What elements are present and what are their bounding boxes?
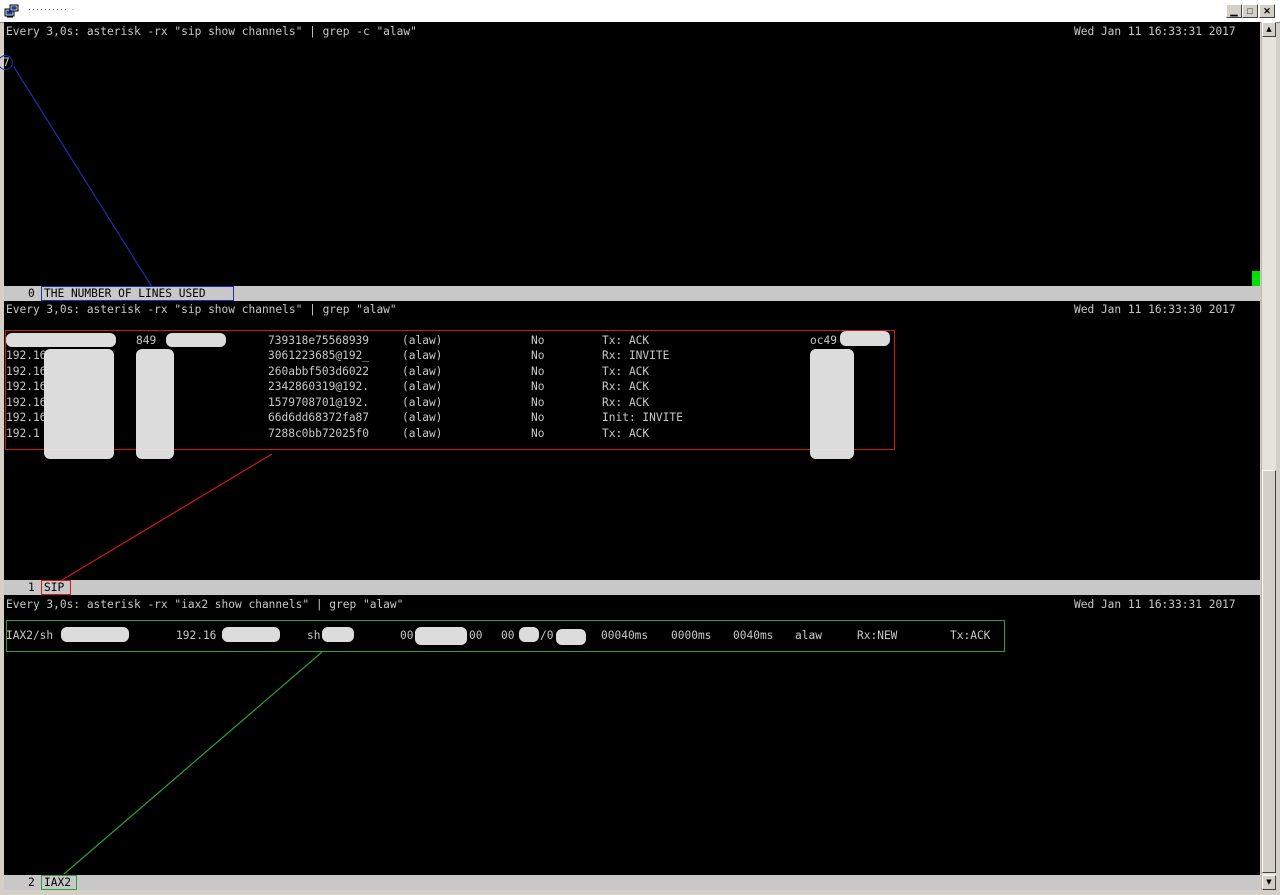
- host-cell: 192.16: [6, 349, 47, 362]
- lastmsg-cell: Tx: ACK: [602, 334, 650, 347]
- format-cell: (alaw): [402, 349, 443, 362]
- format-cell: (alaw): [402, 396, 443, 409]
- lastmsg-cell: Rx: ACK: [602, 396, 650, 409]
- watch-command: Every 3,0s: asterisk -rx "sip show chann…: [6, 303, 397, 316]
- vertical-scrollbar[interactable]: ▲ ▼: [1261, 22, 1276, 890]
- maximize-icon: □: [1247, 6, 1253, 16]
- hold-cell: No: [531, 365, 545, 378]
- jitter-cell: 0000ms: [671, 629, 712, 642]
- host-cell: 192.16: [6, 380, 47, 393]
- close-icon: ✕: [1263, 6, 1271, 16]
- id-cell: 00: [400, 629, 414, 642]
- redaction-mark: [166, 333, 226, 347]
- redaction-mark: [61, 627, 129, 642]
- lastmsg-cell: Tx: ACK: [602, 365, 650, 378]
- label-highlight-box: [41, 286, 234, 301]
- annotation-line-blue: [13, 66, 153, 288]
- lag-cell: 00040ms: [601, 629, 649, 642]
- expiry-cell: oc49: [810, 334, 837, 347]
- lastmsg-cell: Rx: INVITE: [602, 349, 670, 362]
- terminal-cursor: [1252, 271, 1260, 286]
- scroll-up-button[interactable]: ▲: [1262, 22, 1276, 37]
- watch-timestamp: Wed Jan 11 16:33:31 2017: [1074, 598, 1236, 611]
- minimize-icon: ▁: [1230, 6, 1238, 16]
- arrow-up-icon: ▲: [1266, 25, 1272, 33]
- scroll-down-button[interactable]: ▼: [1262, 875, 1276, 890]
- minimize-button[interactable]: ▁: [1226, 4, 1242, 18]
- tmux-status-bar-0[interactable]: 0 THE NUMBER OF LINES USED: [4, 286, 1260, 301]
- hold-cell: No: [531, 396, 545, 409]
- seq-tail-cell: /0: [540, 629, 554, 642]
- jitbuf-cell: 0040ms: [733, 629, 774, 642]
- host-cell: 192.16: [6, 365, 47, 378]
- watch-command: Every 3,0s: asterisk -rx "iax2 show chan…: [6, 598, 404, 611]
- label-highlight-box: [41, 875, 77, 890]
- arrow-down-icon: ▼: [1266, 878, 1272, 886]
- callid-cell: 739318e75568939: [268, 334, 370, 347]
- hold-cell: No: [531, 380, 545, 393]
- redaction-mark: [6, 333, 116, 347]
- window-titlebar[interactable]: ·········· · ▁ □ ✕: [0, 0, 1280, 23]
- last-msg-cell: Tx:ACK: [950, 629, 991, 642]
- username-cell: sh: [307, 629, 321, 642]
- close-button[interactable]: ✕: [1259, 4, 1275, 18]
- callid-cell: 3061223685@192_: [268, 349, 370, 362]
- hold-cell: No: [531, 334, 545, 347]
- callid-cell: 2342860319@192.: [268, 380, 370, 393]
- first-msg-cell: Rx:NEW: [857, 629, 898, 642]
- user-cell: 849: [136, 334, 157, 347]
- format-cell: (alaw): [402, 365, 443, 378]
- id-tail-cell: 00: [469, 629, 483, 642]
- channel-cell: IAX2/sh: [6, 629, 54, 642]
- window-number: 1: [28, 581, 35, 594]
- redaction-mark: [840, 331, 890, 346]
- window-title: ·········· ·: [28, 4, 76, 14]
- format-cell: (alaw): [402, 334, 443, 347]
- seq-cell: 00: [501, 629, 515, 642]
- host-cell: 192.16: [6, 396, 47, 409]
- hold-cell: No: [531, 349, 545, 362]
- tmux-status-bar-1[interactable]: 1 SIP: [4, 580, 1260, 595]
- redaction-mark: [519, 627, 539, 642]
- tmux-status-bar-2[interactable]: 2 IAX2: [4, 875, 1260, 890]
- redaction-mark: [322, 627, 354, 642]
- window-number: 2: [28, 876, 35, 889]
- lastmsg-cell: Rx: ACK: [602, 380, 650, 393]
- redaction-mark: [222, 627, 280, 642]
- label-highlight-box: [41, 580, 71, 595]
- window-number: 0: [28, 287, 35, 300]
- maximize-button[interactable]: □: [1242, 4, 1258, 18]
- callid-cell: 1579708701@192.: [268, 396, 370, 409]
- callid-cell: 260abbf503d6022: [268, 365, 370, 378]
- scrollbar-thumb[interactable]: [1262, 470, 1276, 873]
- peer-cell: 192.16: [176, 629, 217, 642]
- annotation-line-green: [63, 651, 323, 875]
- putty-app-icon[interactable]: [4, 3, 20, 19]
- format-cell: (alaw): [402, 380, 443, 393]
- watch-timestamp: Wed Jan 11 16:33:30 2017: [1074, 303, 1236, 316]
- format-cell: alaw: [795, 629, 822, 642]
- terminal-window[interactable]: Every 3,0s: asterisk -rx "sip show chann…: [0, 22, 1260, 890]
